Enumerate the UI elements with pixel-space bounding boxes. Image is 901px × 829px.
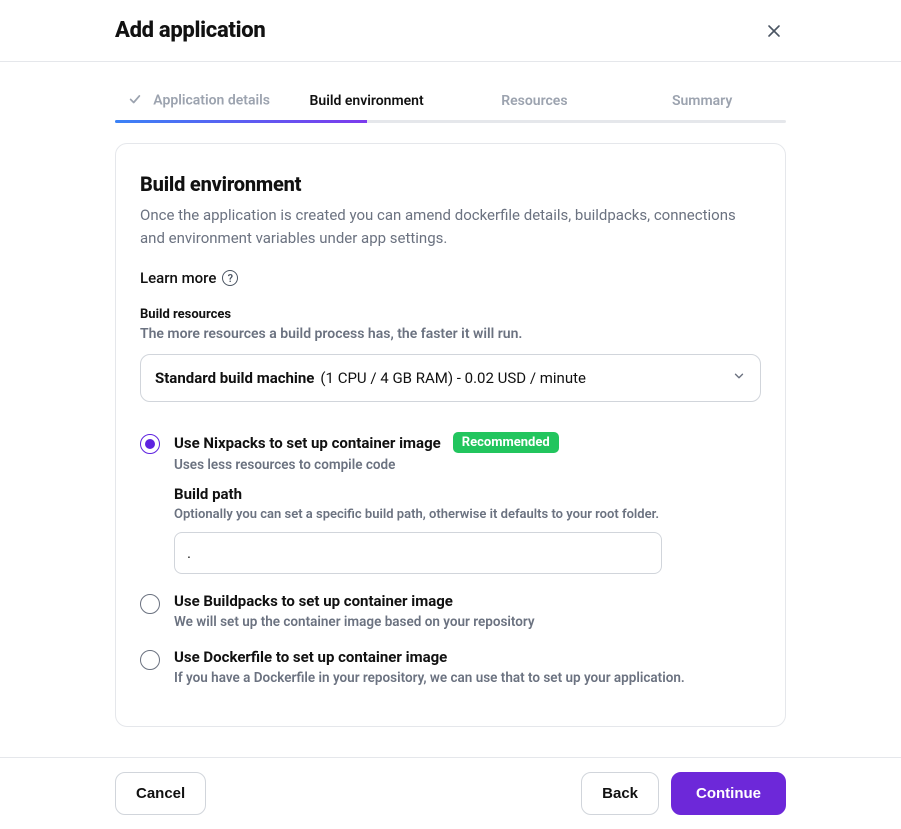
back-button[interactable]: Back: [581, 772, 659, 815]
build-path-input[interactable]: [174, 532, 662, 574]
close-icon: [766, 23, 782, 39]
build-resources-hint: The more resources a build process has, …: [140, 326, 761, 342]
radio-button[interactable]: [140, 434, 160, 454]
footer-right: Back Continue: [581, 772, 786, 815]
radio-title-row: Use Nixpacks to set up container image R…: [174, 432, 761, 453]
continue-button[interactable]: Continue: [671, 772, 786, 815]
radio-title: Use Nixpacks to set up container image: [174, 434, 441, 452]
learn-more-link[interactable]: Learn more ?: [140, 269, 761, 287]
radio-body: Use Dockerfile to set up container image…: [174, 648, 761, 686]
radio-title: Use Dockerfile to set up container image: [174, 648, 447, 666]
radio-help: Uses less resources to compile code: [174, 457, 761, 473]
learn-more-text: Learn more: [140, 269, 216, 287]
progress-fill: [115, 120, 367, 123]
step-build-environment[interactable]: Build environment: [283, 87, 451, 119]
step-label: Build environment: [310, 93, 424, 109]
radio-body: Use Nixpacks to set up container image R…: [174, 432, 761, 574]
step-label: Application details: [153, 93, 270, 109]
step-label: Resources: [501, 93, 567, 109]
radio-inner: [145, 439, 155, 449]
step-application-details[interactable]: Application details: [115, 86, 283, 120]
build-path-label: Build path: [174, 485, 761, 503]
chevron-down-icon: [732, 369, 746, 387]
build-path-section: Build path Optionally you can set a spec…: [174, 485, 761, 574]
modal-header: Add application: [0, 0, 901, 62]
modal-content: Application details Build environment Re…: [0, 62, 901, 757]
radio-option-nixpacks[interactable]: Use Nixpacks to set up container image R…: [140, 426, 761, 586]
section-description: Once the application is created you can …: [140, 204, 760, 249]
wizard-steps: Application details Build environment Re…: [115, 86, 786, 120]
step-summary[interactable]: Summary: [618, 87, 786, 119]
build-environment-card: Build environment Once the application i…: [115, 143, 786, 727]
build-machine-detail: (1 CPU / 4 GB RAM) - 0.02 USD / minute: [320, 369, 586, 387]
radio-help: We will set up the container image based…: [174, 614, 761, 630]
radio-title: Use Buildpacks to set up container image: [174, 592, 453, 610]
close-button[interactable]: [762, 19, 786, 43]
build-method-radio-group: Use Nixpacks to set up container image R…: [140, 426, 761, 698]
radio-button[interactable]: [140, 650, 160, 670]
recommended-badge: Recommended: [453, 432, 559, 453]
help-icon: ?: [222, 270, 238, 286]
modal-footer: Cancel Back Continue: [0, 757, 901, 829]
radio-option-buildpacks[interactable]: Use Buildpacks to set up container image…: [140, 586, 761, 642]
build-resources-label: Build resources: [140, 307, 761, 322]
section-title: Build environment: [140, 172, 761, 196]
radio-option-dockerfile[interactable]: Use Dockerfile to set up container image…: [140, 642, 761, 698]
radio-button[interactable]: [140, 594, 160, 614]
radio-help: If you have a Dockerfile in your reposit…: [174, 670, 761, 686]
build-path-help: Optionally you can set a specific build …: [174, 507, 761, 522]
build-machine-name: Standard build machine: [155, 369, 314, 387]
radio-body: Use Buildpacks to set up container image…: [174, 592, 761, 630]
cancel-button[interactable]: Cancel: [115, 772, 206, 815]
radio-title-row: Use Dockerfile to set up container image: [174, 648, 761, 666]
build-machine-select[interactable]: Standard build machine (1 CPU / 4 GB RAM…: [140, 354, 761, 402]
radio-title-row: Use Buildpacks to set up container image: [174, 592, 761, 610]
progress-track: [115, 120, 786, 123]
step-label: Summary: [672, 93, 732, 109]
check-icon: [128, 92, 142, 110]
modal-title: Add application: [115, 18, 265, 43]
step-resources[interactable]: Resources: [451, 87, 619, 119]
